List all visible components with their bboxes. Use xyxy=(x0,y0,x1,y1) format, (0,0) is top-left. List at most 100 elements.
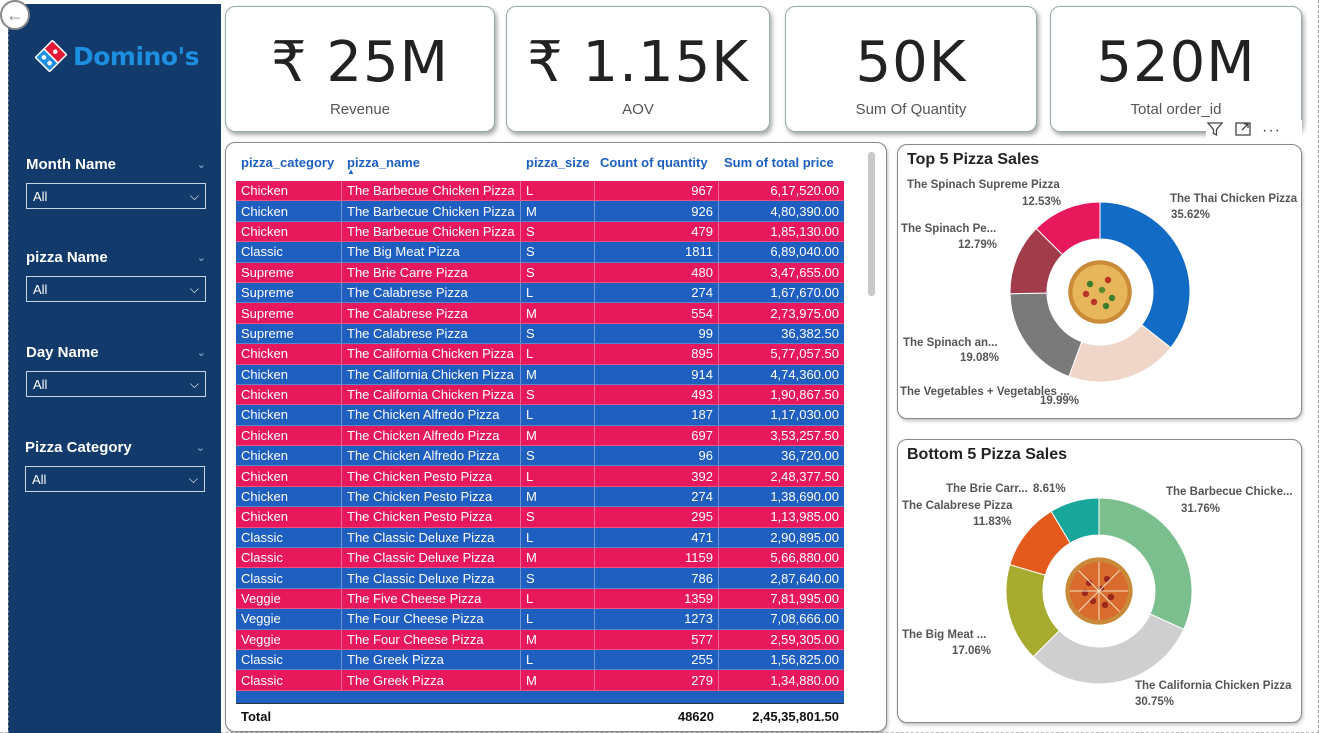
sales-table[interactable]: pizza_category pizza_name ▲ pizza_size Co… xyxy=(225,142,887,732)
table-row-partial[interactable] xyxy=(236,690,844,703)
pizza-image xyxy=(1068,260,1132,324)
table-row[interactable]: Classic The Classic Deluxe Pizza L 471 2,90,… xyxy=(236,527,844,549)
table-cell: The California Chicken Pizza xyxy=(342,364,521,384)
table-scrollbar[interactable] xyxy=(868,152,875,296)
table-row[interactable]: Chicken The Chicken Alfredo Pizza L 187 1,17… xyxy=(236,405,844,426)
table-row[interactable]: Veggie The Four Cheese Pizza L 1273 7,08,666… xyxy=(236,609,844,630)
table-row[interactable]: Veggie The Four Cheese Pizza M 577 2,59,305.… xyxy=(236,629,844,650)
donut-slice[interactable] xyxy=(1009,292,1083,378)
table-row[interactable]: Supreme The Calabrese Pizza S 99 36,382.50 xyxy=(236,323,844,345)
table-cell: 3,47,655.00 xyxy=(770,264,839,280)
chevron-down-icon[interactable]: ⌄ xyxy=(197,251,206,264)
table-cell: The Chicken Alfredo Pizza xyxy=(342,425,521,446)
slicer-dropdown[interactable]: All ⌵ xyxy=(26,276,206,302)
table-row[interactable]: Chicken The California Chicken Pizza L 895 5… xyxy=(236,344,844,365)
table-row[interactable]: Chicken The Barbecue Chicken Pizza S 479 1,8… xyxy=(236,221,844,243)
table-row[interactable]: Supreme The Calabrese Pizza L 274 1,67,670.0… xyxy=(236,282,844,304)
table-row[interactable]: Classic The Greek Pizza M 279 1,34,880.00 xyxy=(236,670,844,691)
table-cell: 4,74,360.00 xyxy=(770,366,839,382)
slicer-month-name[interactable]: Month Name ⌄ All ⌵ xyxy=(26,156,206,209)
table-header: pizza_category pizza_name ▲ pizza_size Co… xyxy=(236,155,846,183)
table-cell: S xyxy=(521,221,595,242)
slicer-pizza-category[interactable]: Pizza Category ⌄ All ⌵ xyxy=(25,439,205,492)
table-row[interactable]: Chicken The Chicken Pesto Pizza M 274 1,38,6… xyxy=(236,486,844,508)
table-row[interactable]: Chicken The California Chicken Pizza S 493 1… xyxy=(236,384,844,406)
back-arrow-icon[interactable]: ← xyxy=(0,0,30,30)
table-cell: L xyxy=(521,588,595,609)
more-options-icon[interactable]: ··· xyxy=(1262,122,1281,140)
slicer-pizza-name[interactable]: pizza Name ⌄ All ⌵ xyxy=(26,249,206,302)
table-row[interactable]: Chicken The Chicken Pesto Pizza L 392 2,48,3… xyxy=(236,466,844,487)
column-header-sorted[interactable]: pizza_name ▲ xyxy=(347,155,420,176)
table-cell: L xyxy=(521,405,595,425)
table-cell: 3,53,257.50 xyxy=(770,427,839,443)
chevron-down-icon[interactable]: ⌄ xyxy=(197,158,206,171)
table-cell: L xyxy=(521,466,595,486)
chevron-down-icon[interactable]: ⌄ xyxy=(196,441,205,454)
table-cell: 480 xyxy=(595,262,719,282)
chevron-down-icon[interactable]: ⌵ xyxy=(190,189,199,204)
focus-mode-icon[interactable] xyxy=(1234,120,1252,143)
column-header[interactable]: pizza_size xyxy=(526,155,590,170)
kpi-value: ₹ 1.15K xyxy=(527,30,749,95)
table-row[interactable]: Chicken The Barbecue Chicken Pizza L 967 6,1… xyxy=(236,181,844,202)
table-cell: M xyxy=(521,364,595,384)
column-header[interactable]: pizza_category xyxy=(241,155,334,170)
table-row[interactable]: Supreme The Brie Carre Pizza S 480 3,47,655.… xyxy=(236,262,844,283)
table-row[interactable]: Classic The Greek Pizza L 255 1,56,825.00 xyxy=(236,649,844,671)
table-cell: M xyxy=(521,486,595,507)
kpi-card-quantity: 50K Sum Of Quantity xyxy=(785,6,1037,132)
table-cell: 2,87,640.00 xyxy=(770,570,839,586)
chevron-down-icon[interactable]: ⌄ xyxy=(197,346,206,359)
slicer-dropdown[interactable]: All ⌵ xyxy=(26,371,206,397)
table-row[interactable]: Chicken The Chicken Alfredo Pizza S 96 36,72… xyxy=(236,446,844,467)
slicer-value: All xyxy=(33,188,48,204)
chevron-down-icon[interactable]: ⌵ xyxy=(190,377,199,392)
table-row[interactable]: Classic The Classic Deluxe Pizza M 1159 5,66… xyxy=(236,548,844,569)
bottom5-donut-card[interactable]: Bottom 5 Pizza Sales The Barbecue Chicke… xyxy=(897,439,1302,723)
table-cell: Chicken xyxy=(236,507,342,527)
table-row[interactable]: Veggie The Five Cheese Pizza L 1359 7,81,995… xyxy=(236,588,844,610)
slicer-dropdown[interactable]: All ⌵ xyxy=(26,183,206,209)
table-cell: The Chicken Pesto Pizza xyxy=(342,466,521,486)
table-row[interactable]: Classic The Big Meat Pizza S 1811 6,89,040.0… xyxy=(236,242,844,263)
table-cell: 697 xyxy=(595,425,719,446)
slice-percent: 30.75% xyxy=(1135,696,1175,708)
column-header[interactable]: Sum of total price xyxy=(724,155,834,170)
table-cell: M xyxy=(521,548,595,568)
table-cell: S xyxy=(521,568,595,588)
table-cell: 1,17,030.00 xyxy=(770,407,839,423)
table-cell: 1,67,670.00 xyxy=(770,285,839,301)
table-cell: The Calabrese Pizza xyxy=(342,303,521,323)
table-cell: The California Chicken Pizza xyxy=(342,384,521,405)
table-body: Chicken The Barbecue Chicken Pizza L 967 6,1… xyxy=(236,181,844,703)
top5-donut-card[interactable]: Top 5 Pizza Sales The Thai Chicken Pizza… xyxy=(897,144,1302,419)
table-cell: 2,59,305.00 xyxy=(770,631,839,647)
visual-header-icons: ··· xyxy=(1206,120,1302,142)
column-header[interactable]: Count of quantity xyxy=(600,155,708,170)
slicer-dropdown[interactable]: All ⌵ xyxy=(25,466,205,492)
table-row[interactable]: Supreme The Calabrese Pizza M 554 2,73,975.0… xyxy=(236,303,844,324)
table-row[interactable]: Chicken The California Chicken Pizza M 914 4… xyxy=(236,364,844,385)
filter-icon[interactable] xyxy=(1206,120,1224,143)
kpi-value: ₹ 25M xyxy=(270,30,449,95)
chevron-down-icon[interactable]: ⌵ xyxy=(189,472,198,487)
table-cell: 99 xyxy=(595,323,719,344)
table-cell: The Five Cheese Pizza xyxy=(342,588,521,609)
table-row[interactable]: Chicken The Chicken Alfredo Pizza M 697 3,53… xyxy=(236,425,844,447)
chevron-down-icon[interactable]: ⌵ xyxy=(190,282,199,297)
slice-label: The Big Meat ... xyxy=(902,629,987,641)
table-row[interactable]: Chicken The Barbecue Chicken Pizza M 926 4,8… xyxy=(236,201,844,222)
slice-percent: 8.61% xyxy=(1033,483,1066,495)
table-cell: 6,89,040.00 xyxy=(770,244,839,260)
table-row[interactable]: Chicken The Chicken Pesto Pizza S 295 1,13,9… xyxy=(236,507,844,528)
donut-slice[interactable] xyxy=(1032,613,1185,685)
table-cell: Veggie xyxy=(236,588,342,609)
slicer-day-name[interactable]: Day Name ⌄ All ⌵ xyxy=(26,344,206,397)
dominos-logo: Domino's xyxy=(34,39,200,73)
kpi-card-orders: 520M Total order_id xyxy=(1050,6,1302,132)
table-cell: L xyxy=(521,344,595,364)
table-cell: M xyxy=(521,670,595,690)
table-row[interactable]: Classic The Classic Deluxe Pizza S 786 2,87,… xyxy=(236,568,844,589)
slice-label: The Barbecue Chicke... xyxy=(1166,486,1293,498)
